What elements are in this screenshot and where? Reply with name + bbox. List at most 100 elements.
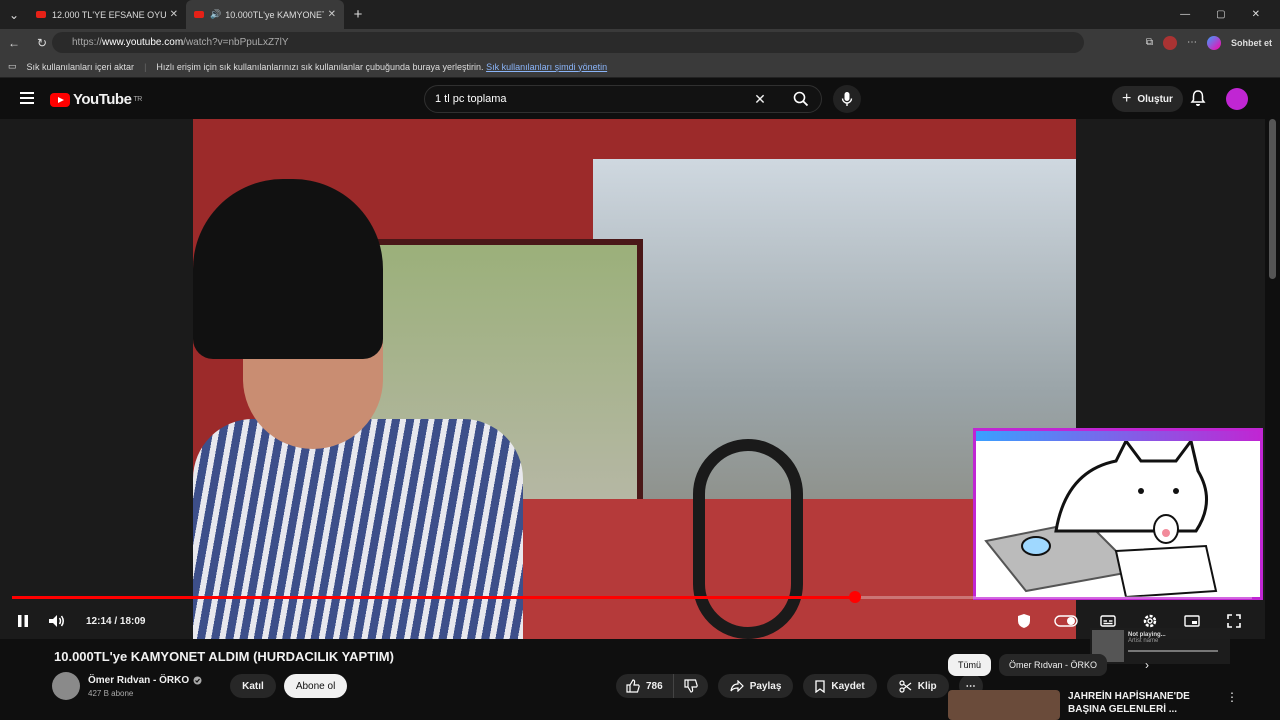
copilot-icon[interactable] — [1206, 35, 1221, 50]
channel-avatar[interactable] — [52, 672, 80, 700]
join-button[interactable]: Katıl — [230, 674, 276, 698]
scrollbar-thumb[interactable] — [1269, 119, 1276, 279]
browser-tab-title: 12.000 TL'YE EFSANE OYUN BİLGİSAYARI — [52, 9, 166, 20]
url-host: www.youtube.com — [102, 37, 184, 48]
bookmarks-bar: ▭ Sık kullanılanları içeri aktar | Hızlı… — [0, 56, 1280, 78]
youtube-favicon-icon — [194, 11, 204, 18]
clip-button[interactable]: Klip — [886, 674, 949, 698]
thumbs-up-icon — [626, 679, 640, 693]
maximize-icon[interactable]: ▢ — [1216, 9, 1225, 20]
plus-icon: + — [1122, 90, 1132, 107]
copilot-label[interactable]: Sohbet et — [1231, 38, 1272, 48]
divider: | — [144, 61, 147, 72]
miniplayer-icon — [1184, 615, 1200, 627]
logo-text: YouTube — [73, 91, 132, 108]
account-avatar[interactable] — [1226, 88, 1248, 110]
share-icon — [730, 680, 744, 692]
like-dislike-group: 786 — [616, 674, 708, 698]
region-code: TR — [133, 96, 142, 103]
channel-name[interactable]: Ömer Rıdvan - ÖRKO — [88, 675, 189, 686]
new-tab-icon[interactable]: + — [344, 6, 372, 23]
save-button[interactable]: Kaydet — [803, 674, 877, 698]
reading-icon[interactable]: ▭ — [8, 61, 17, 72]
profile-icon[interactable] — [1162, 35, 1177, 50]
url-prefix: https:// — [72, 37, 103, 48]
youtube-favicon-icon — [36, 11, 46, 18]
verified-icon — [193, 676, 202, 684]
search-input[interactable] — [425, 93, 745, 105]
youtube-logo[interactable]: YouTube TR — [50, 91, 142, 108]
url-field[interactable]: https://www.youtube.com/watch?v=nbPpuLxZ… — [52, 32, 1084, 53]
microphone-icon — [841, 92, 853, 106]
volume-icon — [49, 615, 64, 627]
voice-search-button[interactable] — [833, 85, 861, 113]
extensions-icon[interactable]: ⧉ — [1146, 37, 1153, 48]
recommendation-thumbnail[interactable] — [948, 690, 1060, 720]
like-count: 786 — [646, 680, 663, 692]
now-playing-progress — [1128, 650, 1218, 652]
bookmarks-hint: Hızlı erişim için sık kullanılanlarınızı… — [156, 62, 607, 72]
chip-all[interactable]: Tümü — [948, 654, 992, 676]
autoplay-toggle[interactable] — [1049, 604, 1083, 638]
recommendation-menu-icon[interactable]: ⋮ — [1226, 690, 1238, 720]
speaker-icon[interactable]: 🔊 — [210, 9, 221, 20]
bookmark-icon — [815, 679, 826, 693]
video-person-cap — [193, 179, 383, 359]
video-frame — [193, 119, 1076, 639]
fullscreen-icon — [1227, 614, 1241, 628]
share-label: Paylaş — [749, 680, 782, 692]
clear-search-icon[interactable]: ✕ — [745, 91, 775, 108]
now-playing-artist: Artist name — [1128, 638, 1159, 644]
video-player[interactable]: 12:14 / 18:09 — [0, 119, 1265, 639]
minimize-icon[interactable]: — — [1180, 9, 1190, 20]
window-controls: — ▢ ✕ — [1180, 0, 1280, 29]
chips-next-icon[interactable]: › — [1145, 658, 1149, 672]
shield-button[interactable] — [1007, 604, 1041, 638]
shield-icon — [1018, 614, 1030, 628]
back-icon[interactable]: ← — [0, 36, 28, 50]
tab-list-chevron-icon[interactable]: ⌄ — [0, 8, 28, 22]
bookmarks-hint-text: Hızlı erişim için sık kullanılanlarınızı… — [156, 61, 484, 72]
time-display: 12:14 / 18:09 — [86, 615, 146, 627]
gear-icon — [1143, 614, 1157, 628]
youtube-header: YouTube TR ✕ + Oluştur — [0, 79, 1265, 119]
progress-bar[interactable] — [12, 591, 1252, 603]
like-button[interactable]: 786 — [616, 679, 673, 693]
address-bar-row: ← ↻ https://www.youtube.com/watch?v=nbPp… — [0, 29, 1280, 56]
pause-button[interactable] — [6, 604, 40, 638]
bookmarks-import[interactable]: Sık kullanılanları içeri aktar — [27, 62, 135, 72]
pause-icon — [18, 615, 28, 627]
dislike-button[interactable] — [672, 674, 708, 698]
time-total: 18:09 — [119, 615, 146, 627]
menu-icon[interactable] — [20, 92, 34, 104]
more-icon[interactable]: ⋯ — [1187, 37, 1197, 48]
recommendation-title[interactable]: JAHREİN HAPİSHANE'DE BAŞINA GELENLERİ ..… — [1068, 690, 1218, 720]
youtube-play-icon — [50, 92, 70, 107]
channel-name-row: Ömer Rıdvan - ÖRKO — [88, 675, 202, 686]
browser-tab-2[interactable]: 🔊 10.000TL'ye KAMYONET ALDIM ✕ — [186, 0, 344, 29]
search-button[interactable] — [781, 86, 821, 112]
window-close-icon[interactable]: ✕ — [1252, 9, 1260, 20]
volume-button[interactable] — [40, 604, 74, 638]
bookmarks-manage-link[interactable]: Sık kullanılanları şimdi yönetin — [486, 62, 607, 72]
subscribe-button[interactable]: Abone ol — [283, 674, 348, 698]
search-box: ✕ — [424, 85, 822, 113]
tab-close-icon[interactable]: ✕ — [328, 9, 336, 20]
tab-close-icon[interactable]: ✕ — [170, 9, 178, 20]
page-scrollbar[interactable] — [1265, 79, 1280, 720]
share-button[interactable]: Paylaş — [717, 674, 794, 698]
cat-overlay-window — [973, 428, 1263, 600]
bongo-cat-icon — [984, 441, 1218, 597]
create-button[interactable]: + Oluştur — [1112, 86, 1183, 112]
overlay-titlebar[interactable] — [976, 431, 1260, 441]
save-label: Kaydet — [831, 680, 865, 692]
subscriber-count: 427 B abone — [88, 688, 134, 698]
toggle-icon — [1054, 615, 1078, 627]
browser-tab-1[interactable]: 12.000 TL'YE EFSANE OYUN BİLGİSAYARI ✕ — [28, 0, 186, 29]
channel-row: Ömer Rıdvan - ÖRKO 427 B abone Katıl Abo… — [52, 672, 348, 700]
notifications-button[interactable] — [1190, 89, 1206, 107]
search-icon — [793, 91, 809, 107]
recommendation-item[interactable]: JAHREİN HAPİSHANE'DE BAŞINA GELENLERİ ..… — [948, 690, 1238, 720]
video-actions: 786 Paylaş Kaydet Klip ⋯ — [616, 674, 983, 698]
chip-channel[interactable]: Ömer Rıdvan - ÖRKO — [999, 654, 1108, 676]
